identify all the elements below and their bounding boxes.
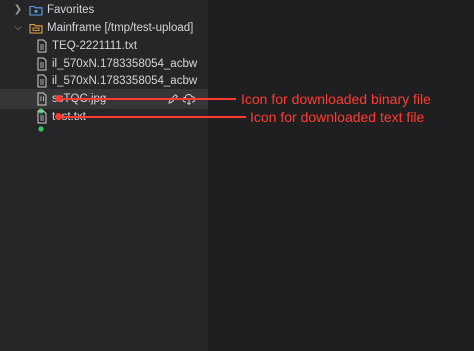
text-file-icon [35, 57, 49, 71]
downloaded-badge-icon [38, 119, 44, 132]
tree-item-favorites[interactable]: ❯ Favorites [0, 0, 208, 20]
chevron-right-icon[interactable]: ❯ [12, 0, 24, 20]
file-row[interactable]: TEQ-2221111.txt [0, 36, 208, 56]
file-name: TEQ-2221111.txt [52, 40, 138, 52]
annotation-binary: Icon for downloaded binary file [241, 91, 431, 107]
tree-item-label: Mainframe [/tmp/test-upload] [47, 22, 194, 34]
app-window: ❯ Favorites ⌵ Mainframe [/tmp/test-uploa… [0, 0, 474, 351]
folder-star-icon [29, 3, 43, 17]
annotation-text: Icon for downloaded text file [250, 109, 425, 125]
tree-item-server[interactable]: ⌵ Mainframe [/tmp/test-upload] [0, 18, 208, 38]
text-file-icon [35, 39, 49, 53]
file-tree-sidebar: ❯ Favorites ⌵ Mainframe [/tmp/test-uploa… [0, 0, 208, 351]
annotation-line-binary [60, 98, 236, 100]
server-folder-icon [29, 21, 43, 35]
text-file-icon [35, 74, 49, 88]
chevron-down-icon[interactable]: ⌵ [12, 18, 24, 38]
file-row[interactable]: il_570xN.1783358054_acbw [0, 71, 208, 91]
file-name: il_570xN.1783358054_acbw [52, 75, 198, 87]
editor-area [208, 0, 474, 351]
tree-item-label: Favorites [47, 4, 95, 16]
annotation-line-text [60, 116, 246, 118]
